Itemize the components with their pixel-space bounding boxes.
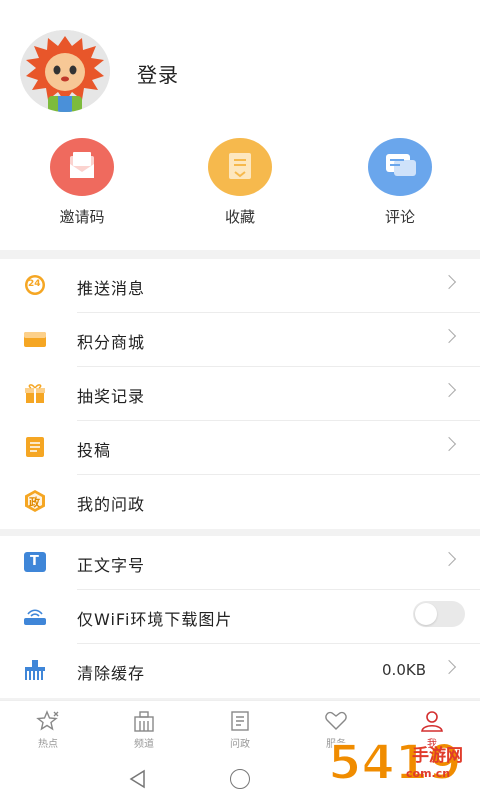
favorites-button[interactable]: 收藏 bbox=[175, 138, 305, 227]
font-size-icon: T bbox=[23, 551, 47, 573]
menu-item-label: 清除缓存 bbox=[77, 664, 146, 683]
menu-group-account: 24 推送消息 积分商城 抽奖记录 投稿 政 我的问政 bbox=[0, 259, 480, 529]
menu-item-label: 投稿 bbox=[77, 441, 112, 460]
inquiry-icon: 政 bbox=[23, 490, 47, 512]
menu-item-submission[interactable]: 投稿 bbox=[0, 421, 480, 474]
site-watermark: 5419 手游网 com.cn bbox=[327, 734, 478, 797]
menu-item-label: 积分商城 bbox=[77, 333, 146, 352]
submission-icon bbox=[23, 436, 47, 458]
tab-inquiry[interactable]: 问政 bbox=[200, 709, 280, 750]
favorite-bookmark-icon bbox=[208, 138, 272, 196]
inquiry-tab-icon bbox=[227, 709, 253, 733]
wifi-only-toggle[interactable] bbox=[413, 601, 465, 627]
favorites-label: 收藏 bbox=[224, 208, 255, 226]
wifi-icon bbox=[23, 605, 47, 627]
font-size-badge-text: T bbox=[30, 554, 39, 569]
invite-code-label: 邀请码 bbox=[59, 208, 105, 226]
service-icon bbox=[323, 709, 349, 733]
tab-hotspot[interactable]: 热点 bbox=[8, 709, 88, 750]
chevron-right-icon bbox=[441, 436, 457, 452]
menu-item-label: 正文字号 bbox=[77, 556, 146, 575]
watermark-url: com.cn bbox=[406, 767, 451, 780]
comment-bubble-icon bbox=[368, 138, 432, 196]
menu-item-wifi-only-images[interactable]: 仅WiFi环境下载图片 bbox=[0, 590, 480, 643]
me-icon bbox=[419, 709, 445, 733]
cache-size-value: 0.0KB bbox=[382, 661, 426, 679]
chevron-right-icon bbox=[441, 659, 457, 675]
back-icon[interactable] bbox=[128, 769, 148, 793]
chevron-right-icon bbox=[441, 328, 457, 344]
gift-icon bbox=[23, 382, 47, 404]
profile-section: 登录 邀请码 收藏 评论 bbox=[0, 0, 480, 250]
inquiry-badge-text: 政 bbox=[29, 496, 40, 509]
clear-cache-icon bbox=[23, 659, 47, 681]
menu-item-label: 我的问政 bbox=[77, 495, 146, 514]
menu-item-label: 推送消息 bbox=[77, 279, 146, 298]
tab-channel[interactable]: 频道 bbox=[104, 709, 184, 750]
menu-group-settings: T 正文字号 仅WiFi环境下载图片 清除缓存 0.0KB bbox=[0, 536, 480, 698]
comments-button[interactable]: 评论 bbox=[335, 138, 465, 227]
menu-item-push-messages[interactable]: 24 推送消息 bbox=[0, 259, 480, 312]
points-mall-icon bbox=[23, 328, 47, 350]
menu-item-my-inquiries[interactable]: 政 我的问政 bbox=[0, 475, 480, 528]
push-24-icon: 24 bbox=[23, 274, 47, 296]
chevron-right-icon bbox=[441, 551, 457, 567]
hotspot-icon bbox=[35, 709, 61, 733]
invite-code-button[interactable]: 邀请码 bbox=[17, 138, 147, 227]
menu-item-font-size[interactable]: T 正文字号 bbox=[0, 536, 480, 589]
menu-item-label: 抽奖记录 bbox=[77, 387, 146, 406]
menu-item-points-mall[interactable]: 积分商城 bbox=[0, 313, 480, 366]
tab-label: 频道 bbox=[134, 739, 154, 750]
chevron-right-icon bbox=[441, 382, 457, 398]
watermark-site-name: 手游网 bbox=[412, 746, 463, 766]
home-icon[interactable] bbox=[230, 769, 250, 789]
invite-envelope-icon bbox=[50, 138, 114, 196]
login-button[interactable]: 登录 bbox=[137, 59, 179, 88]
tab-label: 问政 bbox=[230, 739, 250, 750]
avatar[interactable] bbox=[20, 30, 110, 112]
push-badge-text: 24 bbox=[28, 279, 41, 289]
channel-icon bbox=[131, 709, 157, 733]
comments-label: 评论 bbox=[384, 208, 415, 226]
menu-item-label: 仅WiFi环境下载图片 bbox=[77, 610, 233, 629]
tab-label: 热点 bbox=[38, 739, 58, 750]
menu-item-clear-cache[interactable]: 清除缓存 0.0KB bbox=[0, 644, 480, 697]
chevron-right-icon bbox=[441, 274, 457, 290]
menu-item-lottery-records[interactable]: 抽奖记录 bbox=[0, 367, 480, 420]
